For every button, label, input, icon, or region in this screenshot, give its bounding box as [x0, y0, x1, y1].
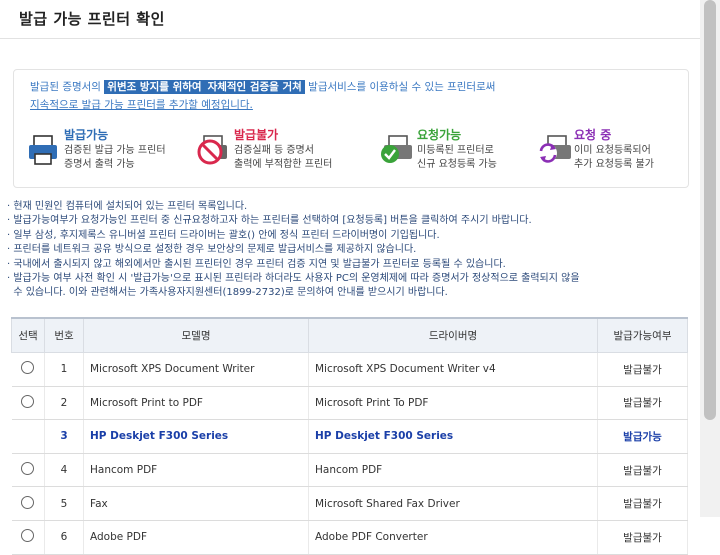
status-text: 발급불가: [597, 386, 688, 421]
table-row[interactable]: 5 Fax Microsoft Shared Fax Driver 발급불가: [11, 486, 688, 521]
select-cell[interactable]: [11, 386, 45, 421]
select-radio[interactable]: [21, 529, 35, 543]
legend-desc: 이미 요청등록되어 추가 요청등록 불가: [574, 144, 654, 172]
note-item: 수 있습니다. 이와 관련해서는 가족사용자지원센터(1899-2732)로 문…: [7, 287, 448, 299]
printer-blocked-icon: [197, 135, 227, 165]
printer-ok-icon: [29, 135, 57, 165]
select-cell[interactable]: [11, 486, 45, 521]
select-cell[interactable]: [11, 453, 45, 488]
note-item: · 일부 삼성, 후지제록스 유니버셜 프린터 드라이버는 괄호() 안에 정식…: [7, 229, 440, 241]
printer-pending-icon: [539, 135, 571, 163]
legend-not-issuable: 발급불가 검증실패 등 증명서 출력에 부적합한 프린터: [196, 126, 366, 176]
intro-text: 발급된 증명서의 위변조 방지를 위하여 자체적인 검증을 거쳐 발급서비스를 이…: [30, 78, 670, 114]
printer-request-icon: [381, 135, 412, 163]
select-cell[interactable]: [11, 520, 45, 555]
intro-part2: 발급서비스를 이용하실 수 있는 프린터로써: [304, 81, 496, 93]
model-name: Fax: [83, 486, 309, 521]
driver-name: Adobe PDF Converter: [308, 520, 598, 555]
status-text: 발급불가: [597, 453, 688, 488]
legend-desc-line2: 출력에 부적합한 프린터: [234, 159, 333, 170]
legend-desc: 검증된 발급 가능 프린터 증명서 출력 가능: [64, 144, 166, 172]
legend-desc-line1: 이미 요청등록되어: [574, 145, 651, 156]
model-name: Microsoft Print to PDF: [83, 386, 309, 421]
legend-title: 발급가능: [64, 128, 109, 142]
col-select: 선택: [11, 317, 45, 353]
select-radio[interactable]: [21, 394, 35, 408]
row-number: 5: [44, 486, 84, 521]
row-number: 2: [44, 386, 84, 421]
row-number: 3: [44, 419, 84, 454]
legend-issuable: 발급가능 검증된 발급 가능 프린터 증명서 출력 가능: [26, 126, 186, 176]
row-number: 4: [44, 453, 84, 488]
status-text: 발급불가: [597, 486, 688, 521]
driver-name: Hancom PDF: [308, 453, 598, 488]
table-row[interactable]: 1 Microsoft XPS Document Writer Microsof…: [11, 352, 688, 387]
legend-title: 요청 중: [574, 128, 612, 142]
model-name: Microsoft XPS Document Writer: [83, 352, 309, 387]
legend-desc-line1: 검증된 발급 가능 프린터: [64, 145, 166, 156]
legend-desc-line2: 추가 요청등록 불가: [574, 159, 654, 170]
legend-desc: 미등록된 프린터로 신규 요청등록 가능: [417, 144, 497, 172]
col-model: 모델명: [83, 317, 309, 353]
page-title: 발급 가능 프린터 확인: [19, 10, 165, 28]
printer-table: 선택 번호 모델명 드라이버명 발급가능여부 1 Microsoft XPS D…: [11, 317, 688, 555]
status-text: 발급불가: [597, 352, 688, 387]
model-name: Adobe PDF: [83, 520, 309, 555]
col-status: 발급가능여부: [597, 317, 688, 353]
legend-desc-line2: 증명서 출력 가능: [64, 159, 135, 170]
select-radio[interactable]: [21, 361, 35, 375]
info-box: 발급된 증명서의 위변조 방지를 위하여 자체적인 검증을 거쳐 발급서비스를 이…: [13, 69, 689, 188]
driver-name: Microsoft Shared Fax Driver: [308, 486, 598, 521]
driver-name: HP Deskjet F300 Series: [308, 419, 598, 454]
row-number: 6: [44, 520, 84, 555]
row-number: 1: [44, 352, 84, 387]
table-row[interactable]: 6 Adobe PDF Adobe PDF Converter 발급불가: [11, 520, 688, 555]
intro-line2: 지속적으로 발급 가능 프린터를 추가할 예정입니다.: [30, 99, 253, 111]
table-header-row: 선택 번호 모델명 드라이버명 발급가능여부: [11, 317, 688, 353]
legend-pending: 요청 중 이미 요청등록되어 추가 요청등록 불가: [536, 126, 686, 176]
status-text: 발급불가: [597, 520, 688, 555]
select-cell[interactable]: [11, 352, 45, 387]
intro-part1: 발급된 증명서의: [30, 81, 105, 93]
driver-name: Microsoft XPS Document Writer v4: [308, 352, 598, 387]
legend-title: 발급불가: [234, 128, 279, 142]
table-row[interactable]: 3 HP Deskjet F300 Series HP Deskjet F300…: [11, 419, 688, 454]
select-cell[interactable]: [11, 419, 45, 454]
legend-desc: 검증실패 등 증명서 출력에 부적합한 프린터: [234, 144, 332, 172]
legend-desc-line2: 신규 요청등록 가능: [417, 159, 497, 170]
table-row[interactable]: 2 Microsoft Print to PDF Microsoft Print…: [11, 386, 688, 421]
model-name: HP Deskjet F300 Series: [83, 419, 309, 454]
legend-desc-line1: 검증실패 등 증명서: [234, 145, 314, 156]
note-item: · 발급가능여부가 요청가능인 프린터 중 신규요청하고자 하는 프린터를 선택…: [7, 215, 532, 227]
notes-list: · 현재 민원인 컴퓨터에 설치되어 있는 프린터 목록입니다. · 발급가능여…: [7, 200, 697, 301]
note-item: · 프린터를 네트워크 공유 방식으로 설정한 경우 보안상의 문제로 발급서비…: [7, 244, 417, 256]
legend-requestable: 요청가능 미등록된 프린터로 신규 요청등록 가능: [379, 126, 529, 176]
model-name: Hancom PDF: [83, 453, 309, 488]
intro-highlight-2: 자체적인 검증을 거쳐: [204, 80, 305, 94]
select-radio[interactable]: [21, 495, 35, 509]
select-radio[interactable]: [21, 462, 35, 476]
col-driver: 드라이버명: [308, 317, 598, 353]
col-number: 번호: [44, 317, 84, 353]
table-row[interactable]: 4 Hancom PDF Hancom PDF 발급불가: [11, 453, 688, 488]
status-text: 발급가능: [597, 419, 688, 454]
note-item: · 현재 민원인 컴퓨터에 설치되어 있는 프린터 목록입니다.: [7, 201, 248, 212]
driver-name: Microsoft Print To PDF: [308, 386, 598, 421]
note-item: · 발급가능 여부 사전 확인 시 '발급가능'으로 표시된 프린터라 하더라도…: [7, 273, 580, 285]
scrollbar-thumb[interactable]: [704, 0, 716, 420]
title-bar: 발급 가능 프린터 확인: [0, 0, 700, 39]
note-item: · 국내에서 출시되지 않고 해외에서만 출시된 프린터인 경우 프린터 검증 …: [7, 258, 506, 270]
intro-highlight-1: 위변조 방지를 위하여: [104, 80, 205, 94]
legend-title: 요청가능: [417, 128, 462, 142]
legend-desc-line1: 미등록된 프린터로: [417, 145, 494, 156]
